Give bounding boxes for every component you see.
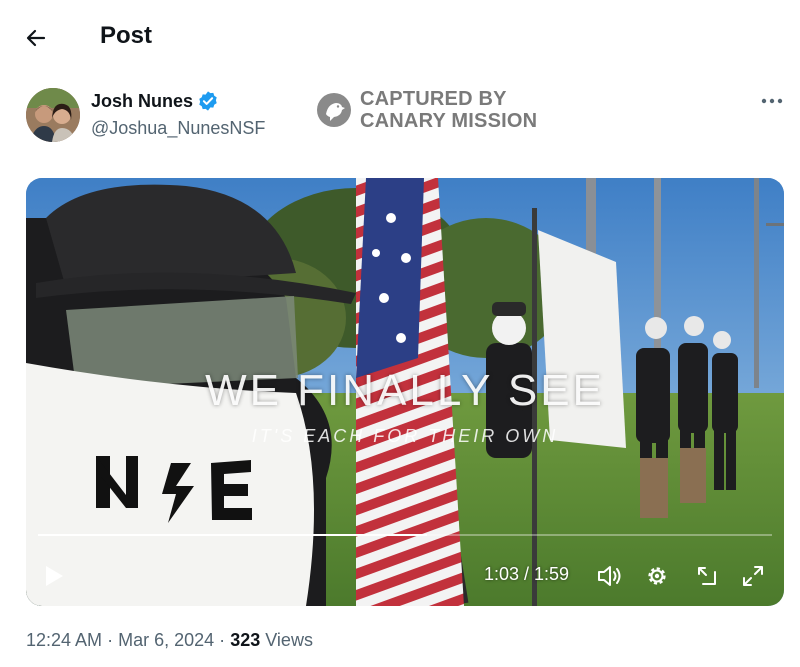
author-name-text: Josh Nunes: [91, 90, 194, 111]
video-progress-bar[interactable]: [38, 534, 772, 536]
settings-gear-icon: [648, 567, 666, 585]
video-progress-fill: [38, 534, 428, 536]
meta-separator-2: ·: [219, 630, 226, 650]
post-time[interactable]: 12:24 AM: [26, 630, 102, 650]
video-controls: 1:03 / 1:59: [26, 556, 784, 596]
watermark: CAPTURED BY CANARY MISSION: [316, 88, 537, 132]
picture-in-picture-button[interactable]: [692, 562, 722, 590]
verified-badge-icon: [199, 91, 217, 111]
meta-separator-1: ·: [107, 630, 114, 650]
settings-button[interactable]: [642, 562, 672, 590]
canary-logo-icon: [317, 93, 351, 127]
avatar[interactable]: [26, 88, 80, 142]
watermark-line-1: CAPTURED BY: [360, 88, 507, 110]
video-time: 1:03 / 1:59: [484, 564, 570, 584]
author-name[interactable]: Josh Nunes: [91, 90, 219, 112]
volume-button[interactable]: [594, 562, 626, 590]
play-icon: [46, 566, 63, 586]
author-handle[interactable]: @Joshua_NunesNSF: [91, 118, 265, 139]
video-overlay-subtitle: IT'S EACH FOR THEIR OWN: [251, 426, 559, 446]
back-arrow-icon: [26, 29, 46, 47]
video-overlay-title: WE FINALLY SEE: [205, 366, 605, 415]
volume-icon: [598, 566, 621, 586]
page-title: Post: [100, 22, 153, 49]
more-options-button[interactable]: [752, 86, 792, 116]
fullscreen-icon: [743, 566, 763, 586]
views-count: 323: [230, 630, 261, 650]
more-dots-icon: [761, 98, 783, 104]
play-button[interactable]: [40, 562, 68, 590]
post-meta: 12:24 AM · Mar 6, 2024 · 323 Views: [26, 630, 313, 651]
header-bar: Post: [0, 0, 800, 72]
watermark-line-2: CANARY MISSION: [360, 110, 538, 132]
back-button[interactable]: [18, 20, 54, 56]
views-label: Views: [265, 630, 313, 650]
video-player[interactable]: WE FINALLY SEE IT'S EACH FOR THEIR OWN 1…: [26, 178, 784, 606]
post-date[interactable]: Mar 6, 2024: [118, 630, 214, 650]
picture-in-picture-icon: [698, 567, 716, 585]
fullscreen-button[interactable]: [738, 562, 768, 590]
